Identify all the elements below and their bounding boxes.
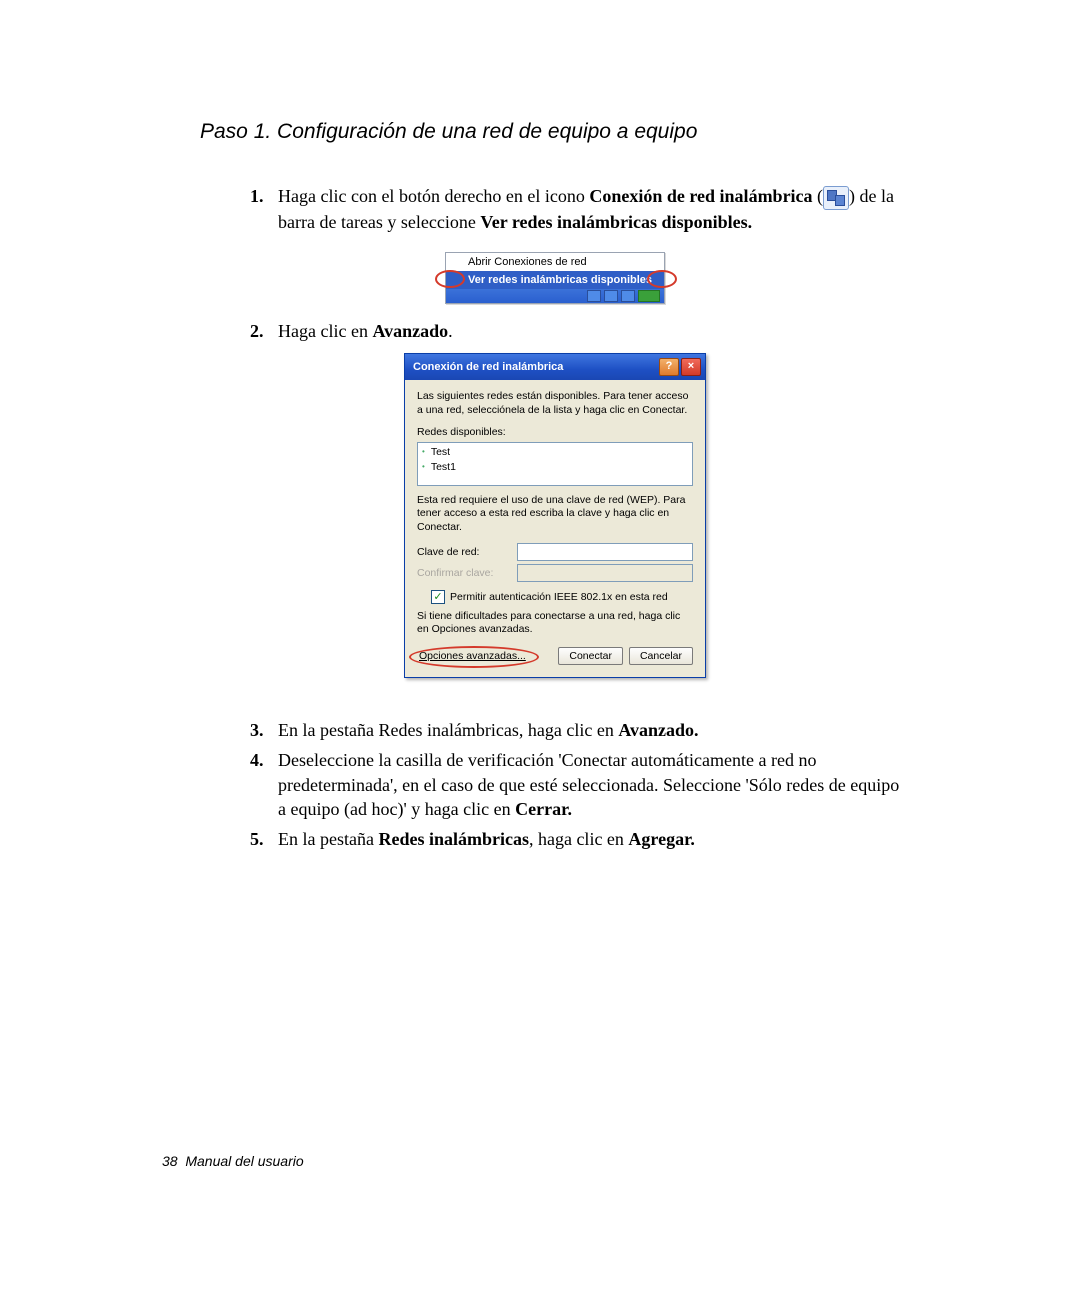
context-menu-figure: Abrir Conexiones de red Ver redes inalám… <box>445 252 665 307</box>
ieee-checkbox-label: Permitir autenticación IEEE 802.1x en es… <box>450 591 668 603</box>
step-number: 3. <box>250 718 278 742</box>
advanced-options-button[interactable]: Opciones avanzadas... <box>417 649 528 663</box>
close-button[interactable]: × <box>681 358 701 376</box>
confirm-key-input <box>517 564 693 582</box>
section-title: Paso 1. Configuración de una red de equi… <box>200 120 910 144</box>
key-label: Clave de red: <box>417 546 517 558</box>
dialog-titlebar: Conexión de red inalámbrica ? × <box>405 354 705 380</box>
networks-listbox[interactable]: Test Test1 <box>417 442 693 486</box>
step-2-text: Haga clic en Avanzado. <box>278 319 910 343</box>
confirm-key-label: Confirmar clave: <box>417 567 517 579</box>
step-number: 4. <box>250 748 278 821</box>
trouble-note: Si tiene dificultades para conectarse a … <box>417 610 693 637</box>
step-number: 5. <box>250 827 278 851</box>
page-footer: 38 Manual del usuario <box>162 1153 304 1169</box>
dialog-description: Las siguientes redes están disponibles. … <box>417 390 693 417</box>
connect-button[interactable]: Conectar <box>558 647 623 665</box>
wireless-dialog: Conexión de red inalámbrica ? × Las sigu… <box>404 353 706 677</box>
step-number: 2. <box>250 319 278 343</box>
wep-note: Esta red requiere el uso de una clave de… <box>417 494 693 535</box>
ieee-checkbox[interactable]: ✓ <box>431 590 445 604</box>
step-3-text: En la pestaña Redes inalámbricas, haga c… <box>278 718 910 742</box>
available-networks-label: Redes disponibles: <box>417 426 693 438</box>
step-4-text: Deseleccione la casilla de verificación … <box>278 748 910 821</box>
dialog-title: Conexión de red inalámbrica <box>413 361 657 373</box>
help-button[interactable]: ? <box>659 358 679 376</box>
step-1-text: Haga clic con el botón derecho en el ico… <box>278 184 910 234</box>
cancel-button[interactable]: Cancelar <box>629 647 693 665</box>
ctxmenu-item-open[interactable]: Abrir Conexiones de red <box>446 253 664 271</box>
step-number: 1. <box>250 184 278 234</box>
list-item[interactable]: Test <box>422 445 688 460</box>
ctxmenu-item-view-networks[interactable]: Ver redes inalámbricas disponibles <box>446 271 664 289</box>
step-5-text: En la pestaña Redes inalámbricas, haga c… <box>278 827 910 851</box>
wireless-tray-icon <box>823 186 849 210</box>
list-item[interactable]: Test1 <box>422 460 688 475</box>
ieee-checkbox-row[interactable]: ✓ Permitir autenticación IEEE 802.1x en … <box>431 590 693 604</box>
taskbar-strip <box>446 289 664 303</box>
network-key-input[interactable] <box>517 543 693 561</box>
